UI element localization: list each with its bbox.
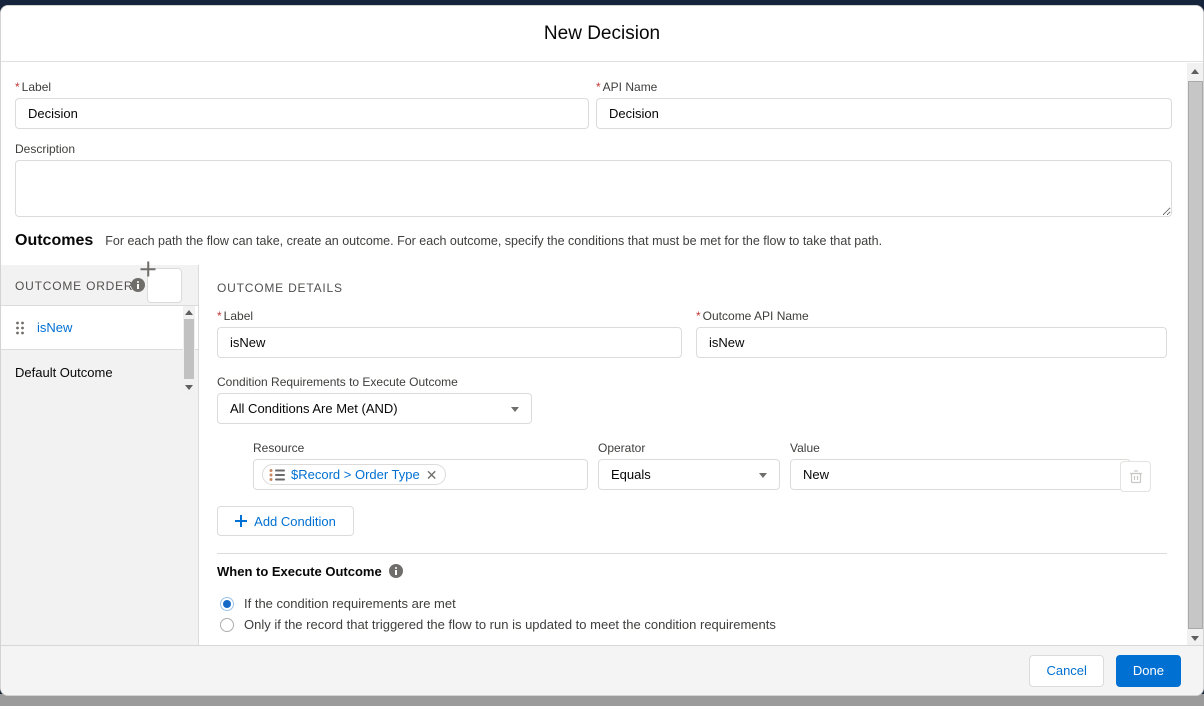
chevron-down-icon <box>759 473 767 478</box>
trash-icon <box>1129 469 1143 484</box>
dialog-footer: Cancel Done <box>1 645 1203 695</box>
api-name-field-label: *API Name <box>596 80 1172 94</box>
outcome-item-label: Default Outcome <box>15 365 113 380</box>
scroll-down-icon <box>185 385 193 390</box>
outcome-list-scrollbar[interactable] <box>183 306 195 394</box>
scroll-up-icon <box>185 310 193 315</box>
operator-select[interactable]: Equals <box>598 459 780 490</box>
done-button[interactable]: Done <box>1116 655 1181 687</box>
outcome-api-input[interactable] <box>696 327 1167 358</box>
add-outcome-button[interactable] <box>147 268 182 303</box>
dialog-scrollbar[interactable] <box>1187 63 1204 647</box>
api-name-field-group: *API Name <box>596 80 1172 129</box>
resource-pill[interactable]: $Record > Order Type ✕ <box>262 464 446 485</box>
api-name-input[interactable] <box>596 98 1172 129</box>
required-marker: * <box>217 309 222 323</box>
scroll-down-icon <box>1191 636 1199 641</box>
condition-requirements-label: Condition Requirements to Execute Outcom… <box>217 375 532 389</box>
value-field-group: Value <box>790 441 1131 490</box>
label-field-label: *Label <box>15 80 589 94</box>
outcome-order-title: OUTCOME ORDER <box>15 279 133 293</box>
condition-requirements-group: Condition Requirements to Execute Outcom… <box>217 375 532 424</box>
modal-backdrop: New Decision *Label *API Name Descriptio… <box>0 0 1204 706</box>
condition-requirements-value: All Conditions Are Met (AND) <box>230 401 398 416</box>
outcome-order-header: OUTCOME ORDER <box>1 265 198 306</box>
radio-unselected-icon[interactable] <box>220 618 234 632</box>
dialog-title: New Decision <box>544 23 660 45</box>
plus-icon <box>235 515 247 527</box>
required-marker: * <box>696 309 701 323</box>
add-condition-button[interactable]: Add Condition <box>217 506 354 536</box>
outcome-details-panel: OUTCOME DETAILS *Label *Outcome API Name… <box>200 265 1187 647</box>
outcome-order-sidebar: OUTCOME ORDER isNew Default Outcome <box>1 265 199 647</box>
outcomes-heading: Outcomes <box>15 232 93 250</box>
description-textarea[interactable] <box>15 160 1172 217</box>
resource-combobox[interactable]: $Record > Order Type ✕ <box>253 459 588 490</box>
required-marker: * <box>15 80 20 94</box>
dialog-header: New Decision <box>1 6 1203 62</box>
operator-field-group: Operator Equals <box>598 441 780 490</box>
outcome-item-label: isNew <box>37 320 72 335</box>
resource-pill-label: $Record > Order Type <box>291 467 420 482</box>
scroll-up-icon <box>1191 69 1199 74</box>
scrollbar-thumb[interactable] <box>1188 81 1203 629</box>
resource-label: Resource <box>253 441 588 455</box>
radio-option-label: Only if the record that triggered the fl… <box>244 617 776 632</box>
cancel-button[interactable]: Cancel <box>1029 655 1103 687</box>
delete-condition-button[interactable] <box>1120 461 1151 492</box>
outcome-order-info-icon[interactable] <box>131 278 145 292</box>
when-to-execute-info-icon[interactable] <box>389 564 403 578</box>
outcome-details-title: OUTCOME DETAILS <box>217 281 343 295</box>
condition-requirements-select[interactable]: All Conditions Are Met (AND) <box>217 393 532 424</box>
outcome-label-input[interactable] <box>217 327 682 358</box>
radio-option-label: If the condition requirements are met <box>244 596 456 611</box>
value-input[interactable] <box>790 459 1131 490</box>
outcomes-helper-text: For each path the flow can take, create … <box>105 234 882 248</box>
outcomes-heading-row: Outcomes For each path the flow can take… <box>15 232 1175 250</box>
outcome-api-field-label: *Outcome API Name <box>696 309 1167 323</box>
outcome-label-field-group: *Label <box>217 309 682 358</box>
description-field-group: Description <box>15 142 1172 222</box>
label-field-group: *Label <box>15 80 589 129</box>
drag-handle-icon[interactable] <box>15 320 25 336</box>
label-input[interactable] <box>15 98 589 129</box>
operator-label: Operator <box>598 441 780 455</box>
new-decision-dialog: New Decision *Label *API Name Descriptio… <box>0 5 1204 696</box>
chevron-down-icon <box>511 407 519 412</box>
resource-field-group: Resource $Record > Order Type ✕ <box>253 441 588 490</box>
description-field-label: Description <box>15 142 1172 156</box>
section-divider <box>217 553 1167 554</box>
operator-value: Equals <box>611 467 651 482</box>
required-marker: * <box>596 80 601 94</box>
record-variable-icon <box>269 468 285 482</box>
outcome-api-field-group: *Outcome API Name <box>696 309 1167 358</box>
radio-selected-icon[interactable] <box>220 597 234 611</box>
radio-option-record-updated[interactable]: Only if the record that triggered the fl… <box>220 617 776 632</box>
outcomes-panel: OUTCOME ORDER isNew Default Outcome <box>1 265 1187 647</box>
scrollbar-thumb[interactable] <box>184 319 194 379</box>
outcome-list: isNew Default Outcome <box>1 306 198 394</box>
outcome-list-item-isnew[interactable]: isNew <box>1 306 198 350</box>
outcome-label-field-label: *Label <box>217 309 682 323</box>
radio-option-conditions-met[interactable]: If the condition requirements are met <box>220 596 456 611</box>
value-label: Value <box>790 441 1131 455</box>
when-to-execute-label: When to Execute Outcome <box>217 564 403 579</box>
remove-resource-icon[interactable]: ✕ <box>426 468 438 482</box>
outcome-list-item-default[interactable]: Default Outcome <box>1 350 198 394</box>
add-condition-label: Add Condition <box>254 514 336 529</box>
